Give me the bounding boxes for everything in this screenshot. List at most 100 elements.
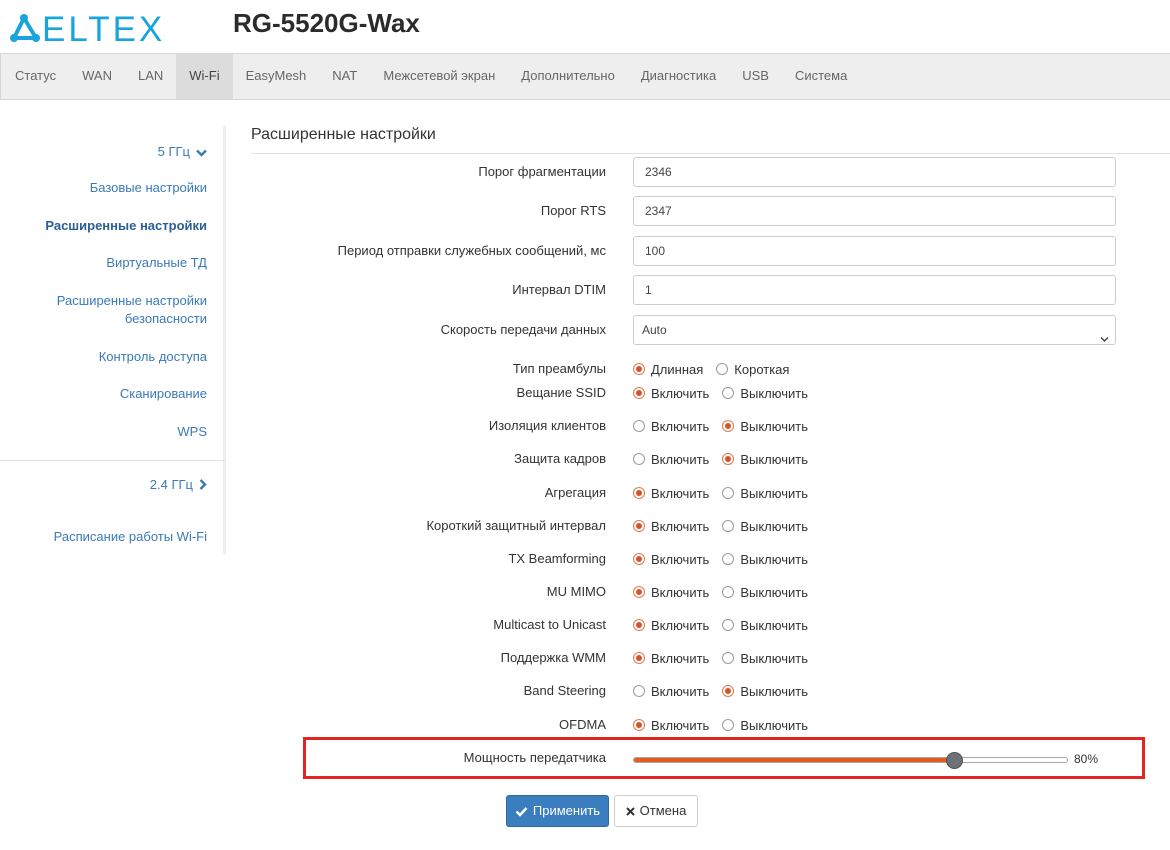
tab-firewall[interactable]: Межсетевой экран xyxy=(370,54,508,99)
wmm-support-on-radio[interactable] xyxy=(633,652,645,664)
wmm-support-on-option[interactable]: Включить xyxy=(633,651,709,666)
tab-usb[interactable]: USB xyxy=(729,54,782,99)
data-rate-label: Скорость передачи данных xyxy=(440,322,606,337)
close-icon xyxy=(625,806,635,816)
frag-threshold-input[interactable]: 2346 xyxy=(633,157,1116,187)
band-steering-label: Band Steering xyxy=(523,683,606,698)
rts-threshold-label: Порог RTS xyxy=(540,203,606,218)
beacon-period-input[interactable]: 100 xyxy=(633,236,1116,266)
sidebar-item-wifi-schedule[interactable]: Расписание работы Wi-Fi xyxy=(54,528,207,546)
short-gi-off-option[interactable]: Выключить xyxy=(722,519,808,534)
client-isolation-off-option[interactable]: Выключить xyxy=(722,419,808,434)
tab-wan[interactable]: WAN xyxy=(69,54,125,99)
ssid-broadcast-off-option[interactable]: Выключить xyxy=(722,386,808,401)
band-steering-off-option[interactable]: Выключить xyxy=(722,684,808,699)
mu-mimo-label: MU MIMO xyxy=(546,584,606,599)
client-isolation-off-radio[interactable] xyxy=(722,420,735,432)
aggregation-off-option[interactable]: Выключить xyxy=(722,486,808,501)
tab-status[interactable]: Статус xyxy=(1,54,69,99)
cancel-button[interactable]: Отмена xyxy=(614,795,698,827)
tab-additional[interactable]: Дополнительно xyxy=(508,54,628,99)
ofdma-off-radio[interactable] xyxy=(722,719,735,731)
ofdma-on-radio[interactable] xyxy=(633,719,645,731)
mu-mimo-off-option[interactable]: Выключить xyxy=(722,585,808,600)
dtim-interval-input[interactable]: 1 xyxy=(633,275,1116,305)
multicast-to-unicast-off-text: Выключить xyxy=(740,617,808,633)
ssid-broadcast-on-option[interactable]: Включить xyxy=(633,386,709,401)
tx-beamforming-off-option[interactable]: Выключить xyxy=(722,552,808,567)
mu-mimo-off-text: Выключить xyxy=(740,584,808,600)
tx-beamforming-on-radio[interactable] xyxy=(633,553,645,565)
tab-easymesh[interactable]: EasyMesh xyxy=(233,54,320,99)
mu-mimo-on-radio[interactable] xyxy=(633,586,645,598)
multicast-to-unicast-off-option[interactable]: Выключить xyxy=(722,618,808,633)
sidebar-band-5ghz[interactable]: 5 ГГц xyxy=(158,143,207,162)
eltex-logo: ELTEX xyxy=(6,7,178,45)
band-steering-on-radio[interactable] xyxy=(633,685,645,697)
client-isolation-on-option[interactable]: Включить xyxy=(633,419,709,434)
short-gi-on-text: Включить xyxy=(651,518,710,534)
band-steering-on-option[interactable]: Включить xyxy=(633,684,709,699)
chevron-right-icon xyxy=(199,477,207,495)
frame-protection-on-option[interactable]: Включить xyxy=(633,452,709,467)
frag-threshold-label: Порог фрагментации xyxy=(478,164,606,179)
tx-power-value: 80% xyxy=(1074,752,1099,766)
beacon-period-label: Период отправки служебных сообщений, мс xyxy=(337,243,606,258)
tx-beamforming-on-option[interactable]: Включить xyxy=(633,552,709,567)
sidebar-item-wps[interactable]: WPS xyxy=(177,423,207,441)
data-rate-select[interactable]: Auto xyxy=(633,315,1116,345)
mu-mimo-off-radio[interactable] xyxy=(722,586,735,598)
multicast-to-unicast-off-radio[interactable] xyxy=(722,619,735,631)
aggregation-on-option[interactable]: Включить xyxy=(633,486,709,501)
dtim-interval-label: Интервал DTIM xyxy=(512,282,606,297)
mu-mimo-on-option[interactable]: Включить xyxy=(633,585,709,600)
wmm-support-off-option[interactable]: Выключить xyxy=(722,651,808,666)
tab-lan[interactable]: LAN xyxy=(125,54,176,99)
aggregation-off-radio[interactable] xyxy=(722,487,735,499)
multicast-to-unicast-on-text: Включить xyxy=(651,617,710,633)
apply-button[interactable]: Применить xyxy=(506,795,609,827)
preamble-short-option[interactable]: Короткая xyxy=(716,362,789,377)
frame-protection-on-radio[interactable] xyxy=(633,453,645,465)
aggregation-on-radio[interactable] xyxy=(633,487,645,499)
frame-protection-off-option[interactable]: Выключить xyxy=(722,452,808,467)
tab-wifi[interactable]: Wi-Fi xyxy=(176,54,233,99)
frame-protection-off-radio[interactable] xyxy=(722,453,735,465)
ofdma-off-option[interactable]: Выключить xyxy=(722,718,808,733)
band-steering-off-radio[interactable] xyxy=(722,685,735,697)
sidebar-item-access-control[interactable]: Контроль доступа xyxy=(99,348,207,366)
frame-protection-off-text: Выключить xyxy=(740,451,808,467)
wmm-support-label: Поддержка WMM xyxy=(500,650,606,665)
short-gi-off-radio[interactable] xyxy=(722,520,735,532)
preamble-long-option[interactable]: Длинная xyxy=(633,362,703,377)
ofdma-on-option[interactable]: Включить xyxy=(633,718,709,733)
preamble-long-radio[interactable] xyxy=(633,363,645,375)
sidebar-item-virtual-ap[interactable]: Виртуальные ТД xyxy=(106,254,207,272)
tx-power-slider-fill xyxy=(634,758,955,762)
sidebar-item-advanced[interactable]: Расширенные настройки xyxy=(45,217,207,235)
sidebar-item-advanced-security[interactable]: Расширенные настройки безопасности xyxy=(57,292,207,328)
frame-protection-label: Защита кадров xyxy=(514,451,606,466)
tab-system[interactable]: Система xyxy=(782,54,860,99)
tx-power-slider[interactable] xyxy=(633,752,1068,769)
short-gi-off-text: Выключить xyxy=(740,518,808,534)
preamble-short-radio[interactable] xyxy=(716,363,729,375)
ssid-broadcast-on-radio[interactable] xyxy=(633,387,645,399)
tx-beamforming-off-radio[interactable] xyxy=(722,553,735,565)
sidebar-item-basic[interactable]: Базовые настройки xyxy=(90,179,207,197)
sidebar-item-advanced-security-line1: Расширенные настройки xyxy=(56,293,207,308)
client-isolation-on-radio[interactable] xyxy=(633,420,645,432)
tab-diagnostics[interactable]: Диагностика xyxy=(628,54,729,99)
wmm-support-off-radio[interactable] xyxy=(722,652,735,664)
sidebar-item-scan[interactable]: Сканирование xyxy=(120,385,207,403)
tab-nat[interactable]: NAT xyxy=(319,54,370,99)
short-gi-on-option[interactable]: Включить xyxy=(633,519,709,534)
aggregation-label: Агрегация xyxy=(544,485,606,500)
multicast-to-unicast-on-radio[interactable] xyxy=(633,619,645,631)
multicast-to-unicast-on-option[interactable]: Включить xyxy=(633,618,709,633)
band-steering-on-text: Включить xyxy=(651,683,710,699)
ssid-broadcast-off-radio[interactable] xyxy=(722,387,735,399)
short-gi-on-radio[interactable] xyxy=(633,520,645,532)
sidebar-band-24ghz[interactable]: 2.4 ГГц xyxy=(150,476,207,495)
rts-threshold-input[interactable]: 2347 xyxy=(633,196,1116,226)
